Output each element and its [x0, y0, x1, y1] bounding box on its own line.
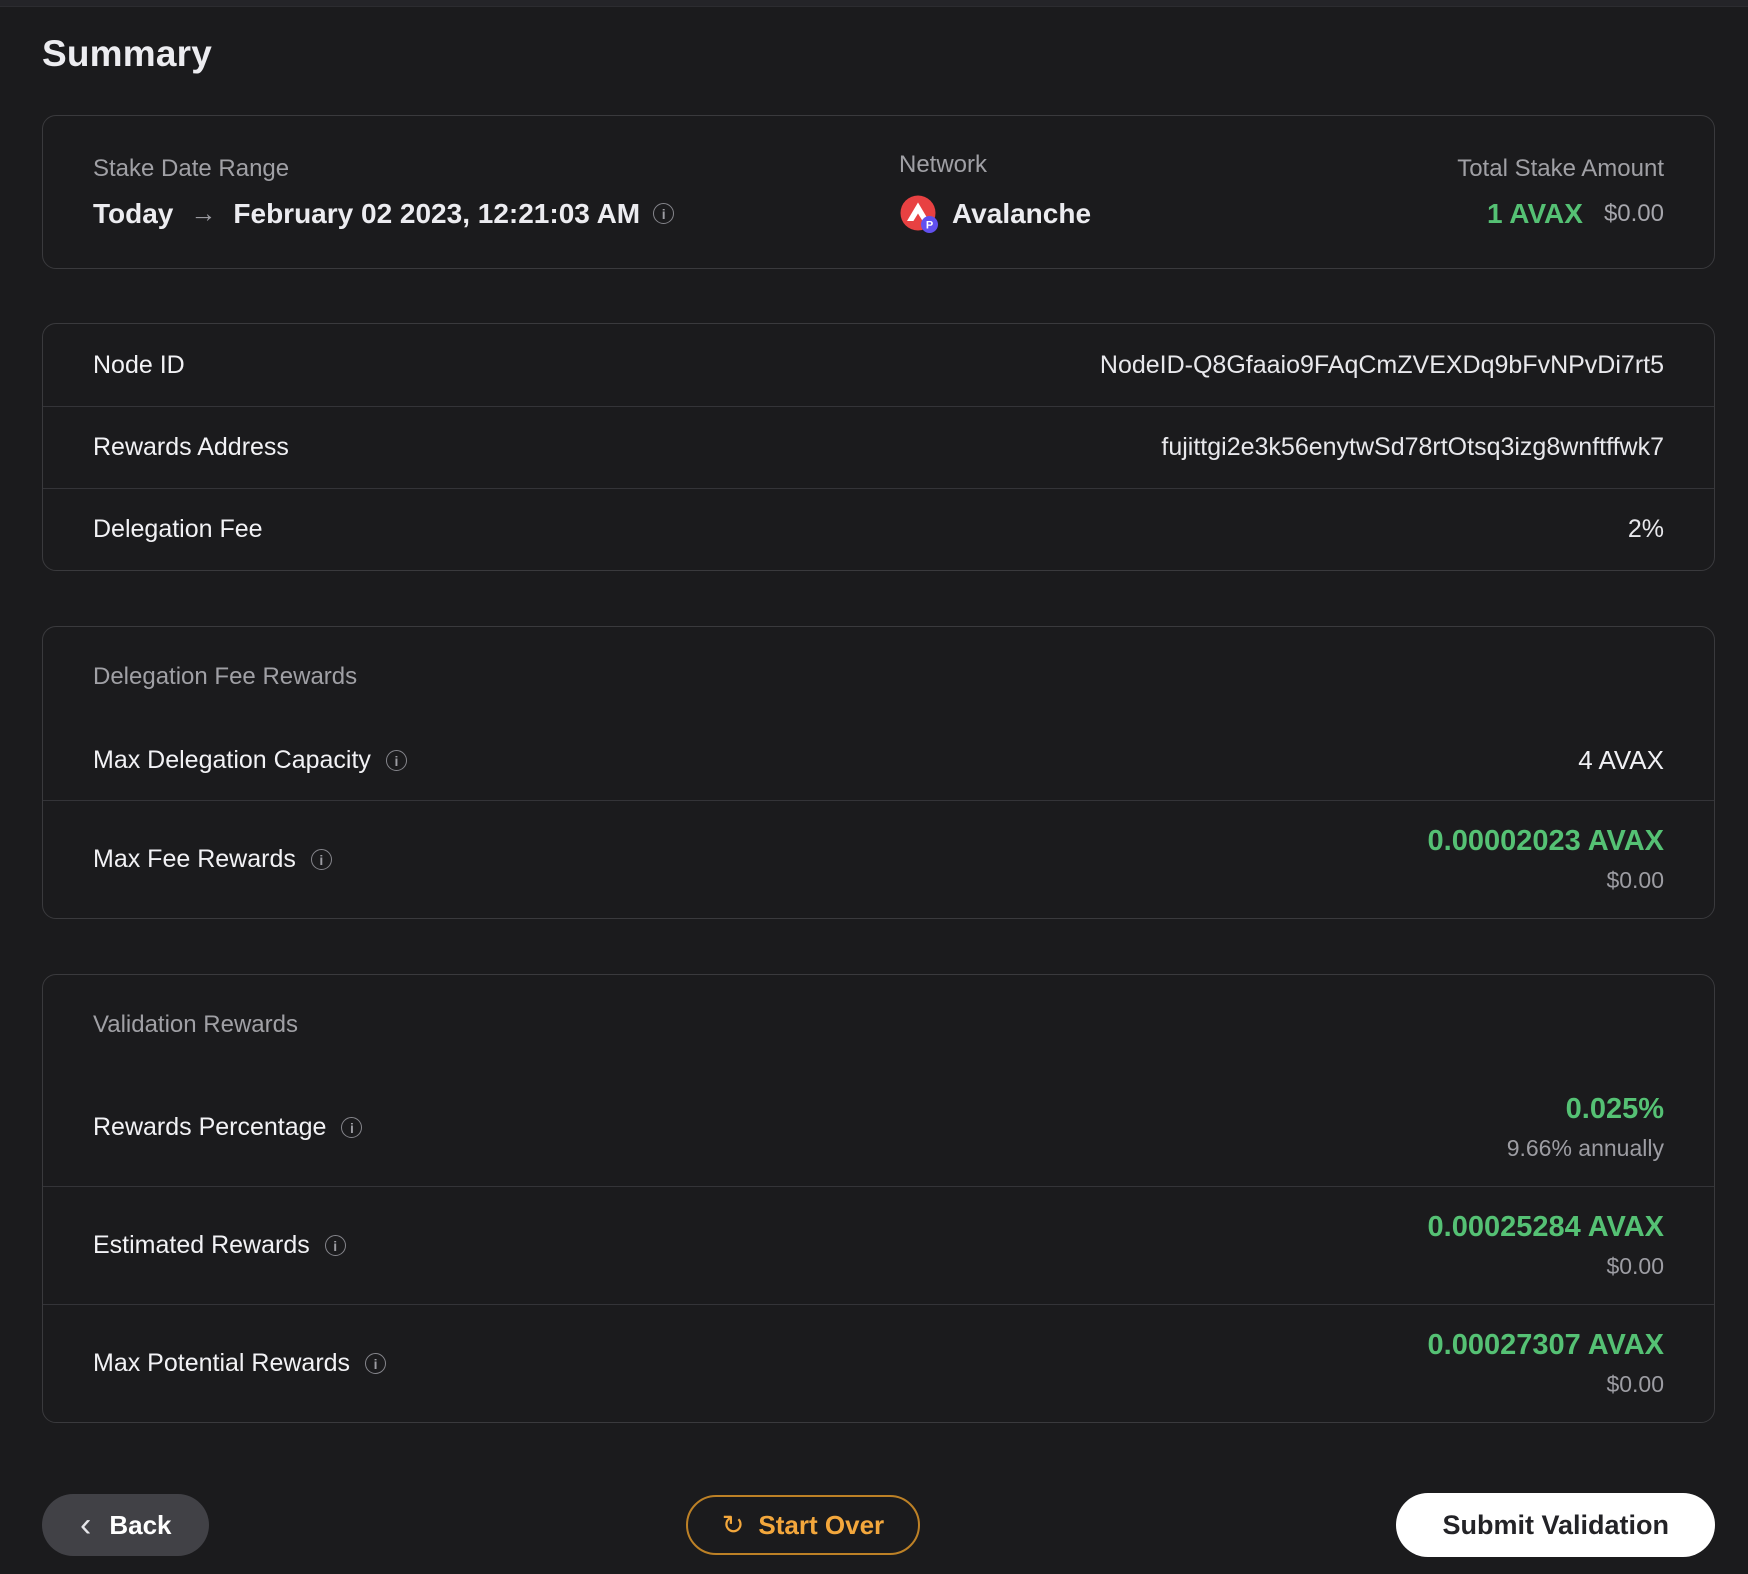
rewards-address-value: fujittgi2e3k56enytwSd78rtOtsq3izg8wnftff…: [1161, 433, 1664, 461]
info-icon[interactable]: i: [385, 750, 407, 771]
validation-rewards-card: Validation Rewards Rewards Percentage i …: [42, 974, 1715, 1423]
estimated-rewards-row: Estimated Rewards i 0.00025284 AVAX $0.0…: [43, 1186, 1714, 1304]
rewards-percentage-label: Rewards Percentage: [93, 1113, 327, 1141]
total-stake-amount: 1 AVAX: [1486, 197, 1583, 229]
max-fee-rewards-value: 0.00002023 AVAX: [1427, 825, 1664, 857]
page-title: Summary: [42, 33, 213, 74]
max-delegation-capacity-row: Max Delegation Capacity i 4 AVAX: [43, 721, 1714, 800]
validation-rewards-title: Validation Rewards: [93, 1011, 298, 1038]
stake-date-range-block: Stake Date Range Today → February 02 202…: [93, 155, 899, 230]
estimated-rewards-label: Estimated Rewards: [93, 1231, 310, 1259]
network-name: Avalanche: [952, 197, 1092, 229]
info-icon[interactable]: i: [365, 1353, 387, 1374]
rewards-address-label: Rewards Address: [93, 433, 289, 461]
max-delegation-capacity-label: Max Delegation Capacity: [93, 746, 371, 774]
info-icon[interactable]: i: [310, 849, 332, 870]
svg-text:P: P: [926, 219, 933, 231]
max-potential-rewards-label: Max Potential Rewards: [93, 1349, 351, 1377]
node-id-label: Node ID: [93, 350, 185, 379]
arrow-right-icon: →: [190, 198, 217, 228]
info-icon[interactable]: i: [653, 203, 675, 224]
info-icon[interactable]: i: [341, 1117, 363, 1138]
stake-date-range-label: Stake Date Range: [93, 154, 290, 182]
estimated-rewards-value: 0.00025284 AVAX: [1427, 1211, 1664, 1243]
max-fee-rewards-row: Max Fee Rewards i 0.00002023 AVAX $0.00: [43, 800, 1714, 918]
max-delegation-capacity-value: 4 AVAX: [1578, 745, 1664, 775]
max-potential-rewards-row: Max Potential Rewards i 0.00027307 AVAX …: [43, 1304, 1714, 1422]
delegation-fee-rewards-card: Delegation Fee Rewards Max Delegation Ca…: [42, 626, 1715, 919]
back-button[interactable]: ‹ Back: [42, 1494, 210, 1556]
node-id-value: NodeID-Q8Gfaaio9FAqCmZVEXDq9bFvNPvDi7rt5: [1099, 350, 1664, 379]
max-fee-rewards-label: Max Fee Rewards: [93, 845, 296, 873]
node-details-card: Node ID NodeID-Q8Gfaaio9FAqCmZVEXDq9bFvN…: [42, 323, 1715, 571]
rewards-percentage-row: Rewards Percentage i 0.025% 9.66% annual…: [43, 1069, 1714, 1186]
start-over-button-label: Start Over: [758, 1509, 885, 1540]
submit-validation-button[interactable]: Submit Validation: [1396, 1493, 1715, 1557]
network-block: Network P Avalanche: [899, 151, 1457, 234]
stake-date-from: Today: [93, 197, 174, 229]
max-fee-rewards-usd: $0.00: [1606, 867, 1664, 893]
delegation-fee-rewards-title: Delegation Fee Rewards: [93, 663, 358, 690]
avalanche-network-icon: P: [899, 194, 939, 234]
delegation-fee-value: 2%: [1627, 515, 1664, 543]
footer-actions: ‹ Back ↻ Start Over Submit Validation: [42, 1493, 1715, 1557]
top-edge-strip: [0, 0, 1748, 7]
stake-overview-card: Stake Date Range Today → February 02 202…: [42, 115, 1715, 269]
stake-date-to: February 02 2023, 12:21:03 AM: [233, 197, 641, 229]
table-row: Node ID NodeID-Q8Gfaaio9FAqCmZVEXDq9bFvN…: [43, 324, 1714, 406]
back-button-label: Back: [109, 1509, 172, 1540]
delegation-fee-label: Delegation Fee: [93, 515, 263, 543]
table-row: Rewards Address fujittgi2e3k56enytwSd78r…: [43, 406, 1714, 488]
table-row: Delegation Fee 2%: [43, 488, 1714, 570]
info-icon[interactable]: i: [324, 1235, 346, 1256]
rewards-percentage-value: 0.025%: [1565, 1093, 1664, 1125]
rewards-percentage-annual: 9.66% annually: [1506, 1135, 1664, 1161]
total-stake-block: Total Stake Amount 1 AVAX $0.00: [1457, 155, 1664, 230]
max-potential-rewards-value: 0.00027307 AVAX: [1427, 1329, 1664, 1361]
network-label: Network: [899, 150, 988, 178]
total-stake-label: Total Stake Amount: [1457, 154, 1664, 182]
summary-page: Summary Stake Date Range Today → Februar…: [0, 33, 1748, 1557]
total-stake-usd: $0.00: [1603, 199, 1664, 227]
start-over-button[interactable]: ↻ Start Over: [685, 1495, 921, 1555]
estimated-rewards-usd: $0.00: [1606, 1253, 1664, 1279]
max-potential-rewards-usd: $0.00: [1606, 1371, 1664, 1397]
